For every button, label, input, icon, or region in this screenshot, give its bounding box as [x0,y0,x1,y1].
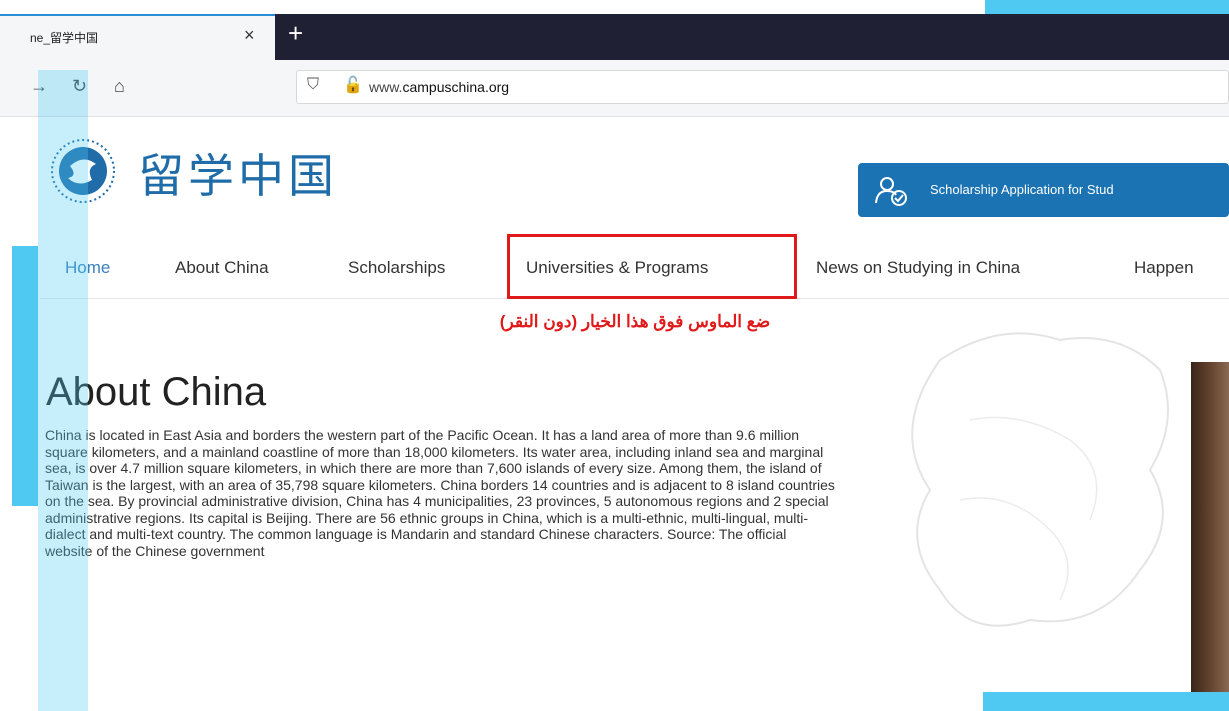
apply-button-label: Scholarship Application for Stud [930,182,1114,197]
new-tab-icon[interactable]: + [288,18,303,49]
home-icon[interactable]: ⌂ [114,76,125,97]
decorative-frame-bottom-right [983,692,1229,711]
shield-icon[interactable]: ⛉ [307,76,319,94]
menu-item-happenings[interactable]: Happen [1134,258,1194,278]
instruction-annotation: ضع الماوس فوق هذا الخيار (دون النقر) [499,312,771,331]
highlight-box [507,234,797,299]
side-photo [1191,362,1229,692]
decorative-frame-left-bar [12,246,38,506]
browser-tab[interactable]: ne_留学中国 × [0,14,275,60]
url-text: www.campuschina.org [369,79,509,95]
menu-item-about-china[interactable]: About China [175,258,269,278]
browser-tab-bar: ne_留学中国 × + [0,14,1229,60]
menu-item-scholarships[interactable]: Scholarships [348,258,445,278]
china-map-watermark [911,332,1169,627]
insecure-lock-icon[interactable]: 🔓 [343,75,363,95]
decorative-frame-left-strip [38,70,88,711]
tab-close-icon[interactable]: × [244,25,255,46]
tab-title: ne_留学中国 [30,31,99,45]
address-bar[interactable]: ⛉ 🔓 www.campuschina.org [296,70,1229,104]
menu-item-news[interactable]: News on Studying in China [816,258,1020,278]
scholarship-application-button[interactable]: Scholarship Application for Stud [858,163,1229,217]
url-domain: campuschina.org [402,79,510,95]
site-logo-text[interactable]: 留学中国 [138,140,338,206]
users-icon [875,177,907,206]
browser-nav-bar: → ↻ ⌂ ⛉ 🔓 www.campuschina.org [0,60,1229,117]
about-china-paragraph: China is located in East Asia and border… [45,427,835,559]
url-prefix: www. [369,79,403,95]
